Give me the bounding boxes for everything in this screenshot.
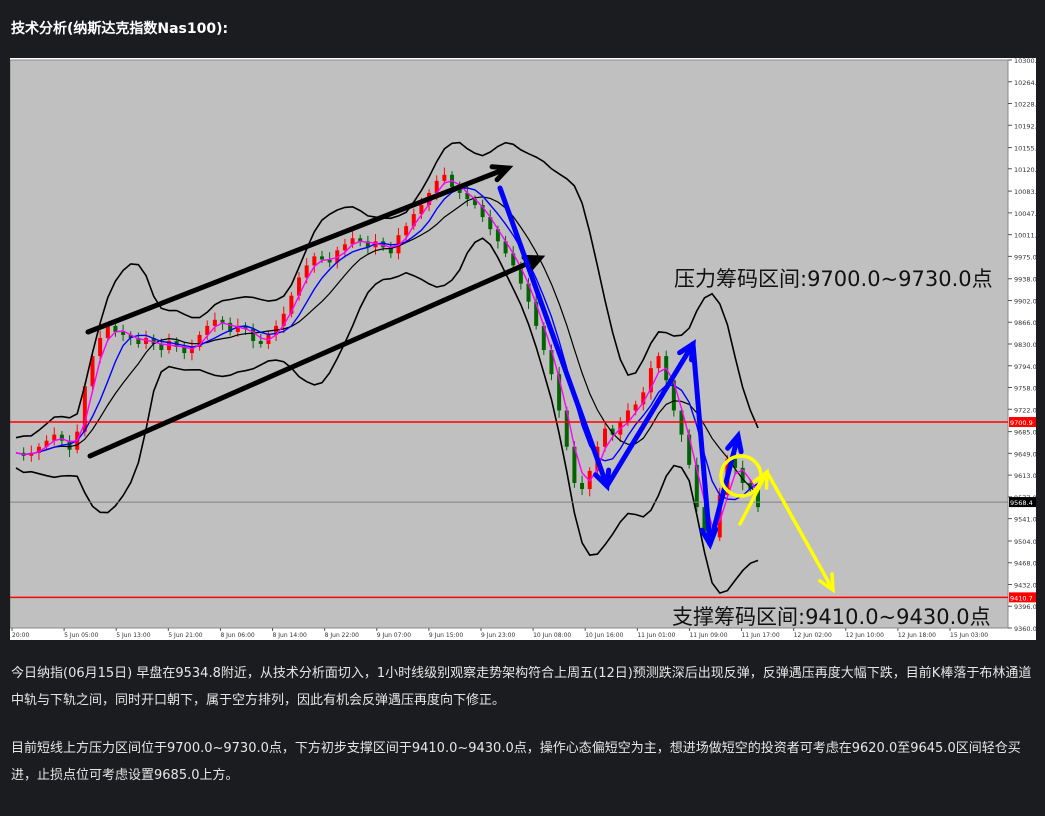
x-tick-label: 8 Jun 14:00 xyxy=(273,632,307,639)
y-tick-label: 9613.0 xyxy=(1014,472,1036,480)
y-tick-label: 9432.0 xyxy=(1014,581,1036,589)
x-tick-label: 12 Jun 02:00 xyxy=(794,632,832,639)
candle-body xyxy=(319,256,324,260)
candle-body xyxy=(656,356,661,369)
candle-body xyxy=(159,344,164,351)
candle-body xyxy=(342,244,347,251)
price-chart: 10300.0 10264.0 10228.0 10192.0 10155.0 10120… xyxy=(9,57,1041,640)
x-tick-label: 11 Jun 01:00 xyxy=(637,632,675,639)
candle-body xyxy=(212,319,217,326)
y-tick-label: 10047.0 xyxy=(1014,210,1036,218)
y-tick-label: 9649.0 xyxy=(1014,450,1036,458)
x-tick-label: 9 Jun 15:00 xyxy=(429,632,463,639)
support-tag: 9410.7 xyxy=(1010,594,1033,602)
y-tick-label: 9902.0 xyxy=(1014,297,1036,305)
y-tick-label: 9468.0 xyxy=(1014,560,1036,568)
y-tick-label: 10300.0 xyxy=(1014,58,1036,65)
x-tick-label: 10 Jun 08:00 xyxy=(533,632,571,639)
x-tick-label: 10 Jun 16:00 xyxy=(585,632,623,639)
y-tick-label: 10192.0 xyxy=(1014,122,1036,130)
y-tick-label: 9396.0 xyxy=(1014,603,1036,611)
y-tick-label: 10264.0 xyxy=(1014,79,1036,87)
analysis-paragraph-1: 今日纳指(06月15日) 早盘在9534.8附近，从技术分析面切入，1小时线级别… xyxy=(11,666,1032,708)
y-tick-label: 9722.0 xyxy=(1014,406,1036,414)
y-tick-label: 9975.0 xyxy=(1014,253,1036,261)
y-tick-label: 9685.0 xyxy=(1014,429,1036,437)
y-tick-label: 9830.0 xyxy=(1014,341,1036,349)
x-tick-label: 5 Jun 21:00 xyxy=(168,632,202,639)
x-tick-label: 12 Jun 10:00 xyxy=(846,632,884,639)
candle-body xyxy=(442,174,447,181)
candle-body xyxy=(258,340,263,344)
x-tick-label: 15 Jun 03:00 xyxy=(950,632,988,639)
y-tick-label: 9866.0 xyxy=(1014,319,1036,327)
x-tick-label: 8 Jun 06:00 xyxy=(220,632,254,639)
y-tick-label: 9938.0 xyxy=(1014,276,1036,284)
x-tick-label: 9 Jun 23:00 xyxy=(481,632,515,639)
candle-body xyxy=(105,325,110,338)
y-tick-label: 10083.0 xyxy=(1014,188,1036,196)
y-tick-label: 10120.0 xyxy=(1014,166,1036,174)
candle-body xyxy=(304,265,309,278)
y-tick-label: 9541.0 xyxy=(1014,516,1036,524)
page-heading: 技术分析(纳斯达克指数Nas100): xyxy=(11,21,229,37)
chart-svg: 10300.0 10264.0 10228.0 10192.0 10155.0 10120… xyxy=(9,57,1041,640)
x-tick-label: 5 Jun 13:00 xyxy=(116,632,150,639)
x-tick-label: 11 Jun 17:00 xyxy=(742,632,780,639)
candle-body xyxy=(580,482,585,490)
candle-body xyxy=(603,428,608,447)
x-tick-label: 20:00 xyxy=(12,632,29,639)
y-tick-label: 9360.0 xyxy=(1014,625,1036,633)
resistance-zone-label: 压力筹码区间:9700.0~9730.0点 xyxy=(674,267,993,291)
resistance-tag: 9700.9 xyxy=(1010,419,1033,427)
x-tick-label: 5 Jun 05:00 xyxy=(64,632,98,639)
y-tick-label: 9504.0 xyxy=(1014,538,1036,546)
y-tick-label: 9794.0 xyxy=(1014,363,1036,371)
candle-body xyxy=(312,256,317,266)
y-tick-label: 10155.0 xyxy=(1014,145,1036,153)
y-tick-label: 10011.0 xyxy=(1014,232,1036,240)
analysis-paragraph-2: 目前短线上方压力区间位于9700.0~9730.0点，下方初步支撑区间于9410… xyxy=(11,741,1021,783)
current-price-tag: 9568.4 xyxy=(1010,499,1033,507)
x-tick-label: 9 Jun 07:00 xyxy=(377,632,411,639)
y-tick-label: 9758.0 xyxy=(1014,385,1036,393)
candle-body xyxy=(98,337,103,357)
support-zone-label: 支撑筹码区间:9410.0~9430.0点 xyxy=(672,605,991,629)
candle-body xyxy=(404,226,409,236)
y-tick-label: 10228.0 xyxy=(1014,101,1036,109)
x-tick-label: 12 Jun 18:00 xyxy=(898,632,936,639)
x-tick-label: 11 Jun 09:00 xyxy=(689,632,727,639)
x-tick-label: 8 Jun 22:00 xyxy=(325,632,359,639)
